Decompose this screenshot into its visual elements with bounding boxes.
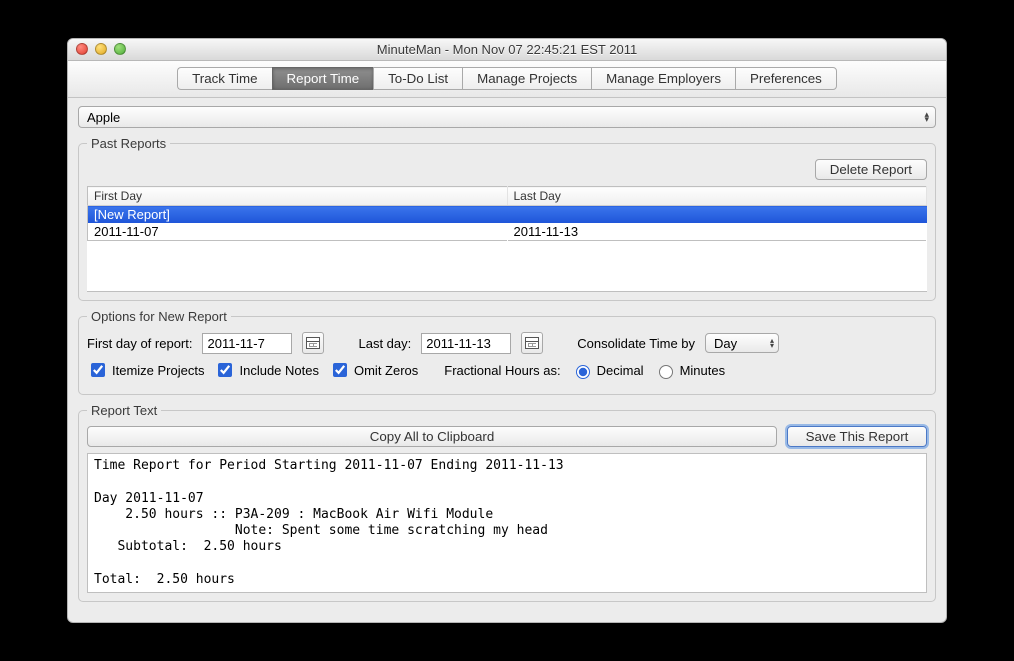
consolidate-select[interactable]: Day ▴▾ — [705, 333, 779, 353]
close-icon[interactable] — [76, 43, 88, 55]
toolbar: Track Time Report Time To-Do List Manage… — [68, 61, 946, 98]
first-day-input[interactable] — [202, 333, 292, 354]
last-day-input[interactable] — [421, 333, 511, 354]
delete-report-button[interactable]: Delete Report — [815, 159, 927, 180]
titlebar: MinuteMan - Mon Nov 07 22:45:21 EST 2011 — [68, 39, 946, 61]
traffic-lights — [76, 43, 126, 55]
table-row[interactable]: 2011-11-07 2011-11-13 — [88, 223, 927, 241]
chevron-updown-icon: ▴▾ — [770, 338, 774, 348]
fractional-decimal-radio[interactable]: Decimal — [571, 362, 644, 379]
omit-zeros-check[interactable]: Omit Zeros — [329, 360, 418, 380]
include-notes-check[interactable]: Include Notes — [214, 360, 319, 380]
fractional-minutes-radio[interactable]: Minutes — [654, 362, 726, 379]
report-textarea[interactable]: Time Report for Period Starting 2011-11-… — [87, 453, 927, 593]
save-report-button[interactable]: Save This Report — [787, 426, 927, 447]
first-day-calendar-button[interactable] — [302, 332, 324, 354]
omit-zeros-checkbox[interactable] — [333, 363, 347, 377]
table-row[interactable]: [New Report] — [88, 206, 927, 224]
include-notes-checkbox[interactable] — [218, 363, 232, 377]
calendar-icon — [525, 337, 539, 349]
fractional-label: Fractional Hours as: — [444, 363, 560, 378]
tab-preferences[interactable]: Preferences — [735, 67, 837, 90]
report-text-group: Report Text Copy All to Clipboard Save T… — [78, 403, 936, 602]
tab-manage-projects[interactable]: Manage Projects — [462, 67, 591, 90]
tab-report-time[interactable]: Report Time — [272, 67, 374, 90]
options-group: Options for New Report First day of repo… — [78, 309, 936, 395]
tab-track-time[interactable]: Track Time — [177, 67, 271, 90]
employer-select-value: Apple — [87, 110, 120, 125]
tab-manage-employers[interactable]: Manage Employers — [591, 67, 735, 90]
itemize-projects-checkbox[interactable] — [91, 363, 105, 377]
options-legend: Options for New Report — [87, 309, 231, 324]
col-last-day[interactable]: Last Day — [507, 187, 927, 206]
last-day-calendar-button[interactable] — [521, 332, 543, 354]
copy-clipboard-button[interactable]: Copy All to Clipboard — [87, 426, 777, 447]
col-first-day[interactable]: First Day — [88, 187, 508, 206]
past-reports-table[interactable]: First Day Last Day [New Report] 2011-11-… — [87, 186, 927, 292]
tab-bar: Track Time Report Time To-Do List Manage… — [177, 67, 837, 90]
chevron-updown-icon: ▴▾ — [924, 112, 929, 122]
last-day-label: Last day: — [358, 336, 411, 351]
report-text-legend: Report Text — [87, 403, 161, 418]
content: Apple ▴▾ Past Reports Delete Report Firs… — [68, 98, 946, 622]
app-window: MinuteMan - Mon Nov 07 22:45:21 EST 2011… — [67, 38, 947, 623]
past-reports-legend: Past Reports — [87, 136, 170, 151]
itemize-projects-check[interactable]: Itemize Projects — [87, 360, 204, 380]
zoom-icon[interactable] — [114, 43, 126, 55]
consolidate-label: Consolidate Time by — [577, 336, 695, 351]
first-day-label: First day of report: — [87, 336, 192, 351]
tab-todo-list[interactable]: To-Do List — [373, 67, 462, 90]
past-reports-group: Past Reports Delete Report First Day Las… — [78, 136, 936, 301]
minimize-icon[interactable] — [95, 43, 107, 55]
employer-select[interactable]: Apple ▴▾ — [78, 106, 936, 128]
calendar-icon — [306, 337, 320, 349]
window-title: MinuteMan - Mon Nov 07 22:45:21 EST 2011 — [377, 42, 637, 57]
